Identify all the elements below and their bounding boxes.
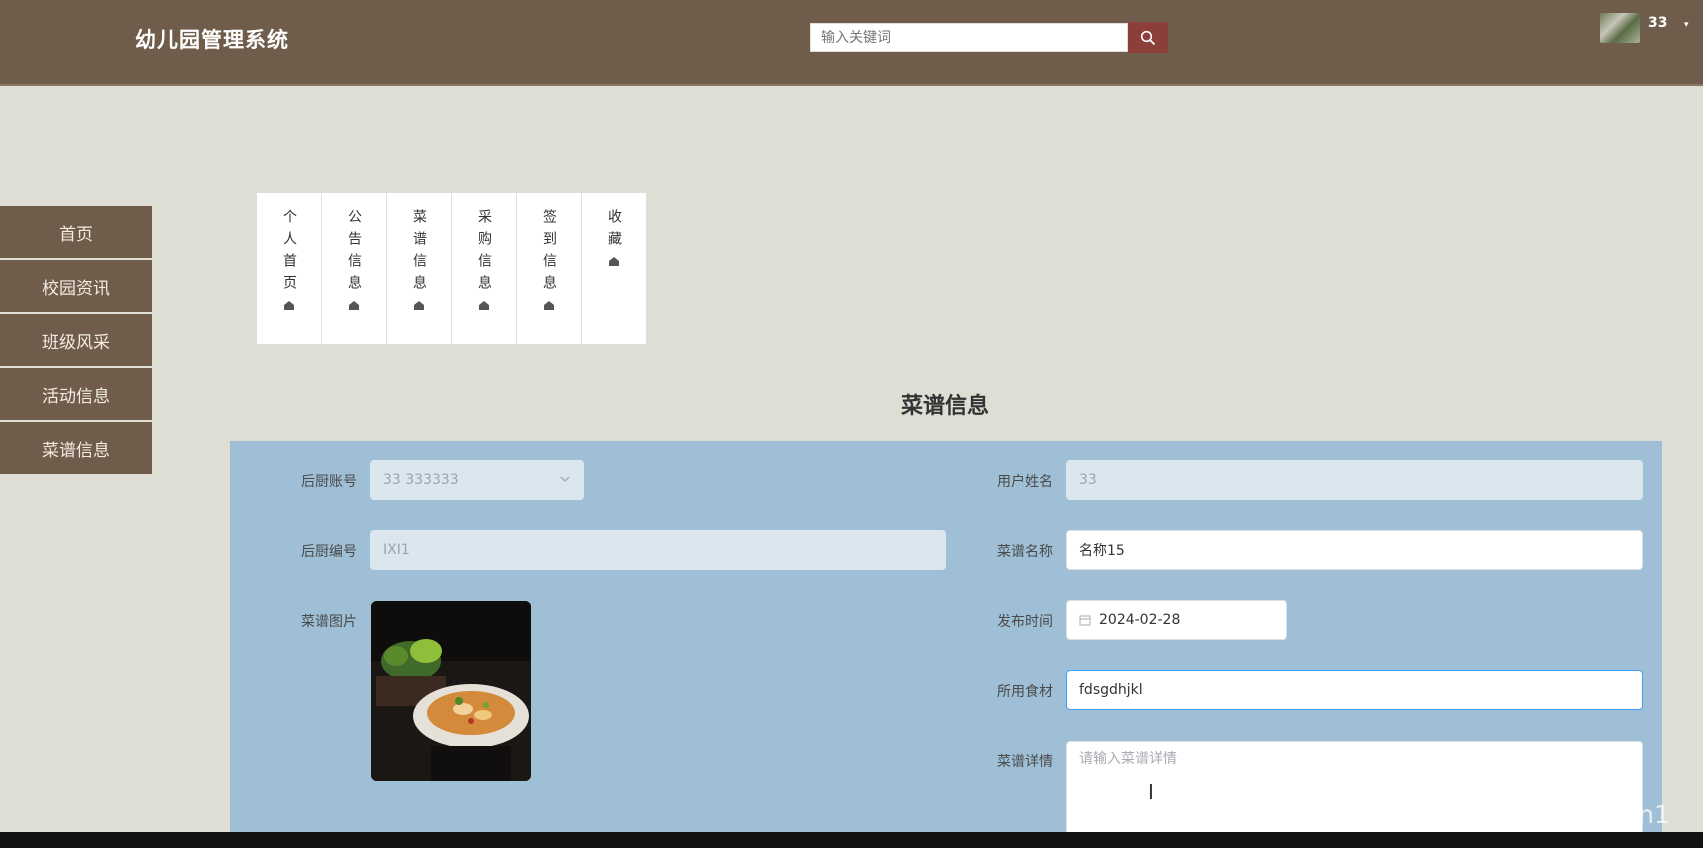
kitchen-account-value: 33 333333 — [383, 472, 459, 488]
tab-purchases[interactable]: 采购信息 — [452, 193, 517, 344]
search-input[interactable] — [810, 23, 1128, 52]
recipe-detail-label: 菜谱详情 — [997, 754, 1053, 770]
tab-personal-home[interactable]: 个人首页 — [257, 193, 322, 344]
user-name-field[interactable]: 33 — [1066, 460, 1643, 500]
search-button[interactable] — [1128, 22, 1168, 53]
calendar-icon — [1079, 615, 1091, 626]
kitchen-number-field[interactable]: IXI1 — [370, 530, 946, 570]
home-icon — [609, 257, 619, 266]
tab-label: 采购信息 — [476, 209, 492, 297]
chevron-down-icon — [560, 476, 570, 483]
tab-label: 菜谱信息 — [411, 209, 427, 297]
kitchen-account-select[interactable]: 33 333333 — [370, 460, 584, 500]
tab-label: 收藏 — [606, 209, 622, 253]
search-icon — [1140, 30, 1156, 45]
tab-label: 个人首页 — [281, 209, 297, 297]
sidebar-item-campus-news[interactable]: 校园资讯 — [0, 260, 152, 314]
watermark: CSDN @yuyuxun1 — [1442, 800, 1670, 829]
sidebar-item-recipes[interactable]: 菜谱信息 — [0, 422, 152, 476]
publish-time-label: 发布时间 — [997, 614, 1053, 630]
publish-time-picker[interactable]: 2024-02-28 — [1066, 600, 1287, 640]
avatar[interactable] — [1600, 13, 1640, 43]
app-title: 幼儿园管理系统 — [135, 28, 289, 52]
chevron-down-icon[interactable]: ▾ — [1684, 20, 1689, 30]
home-icon — [479, 301, 489, 310]
kitchen-number-label: 后厨编号 — [301, 544, 357, 560]
recipe-detail-placeholder: 请输入菜谱详情 — [1079, 751, 1177, 767]
tab-recipes[interactable]: 菜谱信息 — [387, 193, 452, 344]
kitchen-account-label: 后厨账号 — [301, 474, 357, 490]
recipe-form: 后厨账号 33 333333 用户姓名 33 后厨编号 IXI1 菜谱名称 名称… — [230, 441, 1662, 848]
tab-label: 签到信息 — [541, 209, 557, 297]
user-center-tabs: 个人首页 公告信息 菜谱信息 采购信息 签到信息 收藏 — [257, 193, 647, 344]
home-icon — [284, 301, 294, 310]
recipe-image-label: 菜谱图片 — [301, 614, 357, 630]
tab-label: 公告信息 — [346, 209, 362, 297]
ingredients-label: 所用食材 — [997, 684, 1053, 700]
sidebar: 首页 校园资讯 班级风采 活动信息 菜谱信息 — [0, 206, 152, 476]
sidebar-item-class-style[interactable]: 班级风采 — [0, 314, 152, 368]
home-icon — [414, 301, 424, 310]
tab-announcements[interactable]: 公告信息 — [322, 193, 387, 344]
publish-time-value: 2024-02-28 — [1099, 612, 1181, 628]
user-name-label: 用户姓名 — [997, 474, 1053, 490]
food-photo — [371, 601, 531, 781]
bottom-bar — [0, 832, 1703, 848]
username[interactable]: 33 — [1648, 15, 1667, 31]
home-icon — [544, 301, 554, 310]
text-cursor-icon: I — [1148, 780, 1154, 804]
ingredients-field[interactable]: fdsgdhjkl — [1066, 670, 1643, 710]
home-icon — [349, 301, 359, 310]
recipe-name-field[interactable]: 名称15 — [1066, 530, 1643, 570]
recipe-name-label: 菜谱名称 — [997, 544, 1053, 560]
tab-checkins[interactable]: 签到信息 — [517, 193, 582, 344]
tab-favorites[interactable]: 收藏 — [582, 193, 647, 344]
recipe-image[interactable] — [371, 601, 531, 781]
sidebar-item-home[interactable]: 首页 — [0, 206, 152, 260]
top-header: 幼儿园管理系统 33 ▾ — [0, 0, 1703, 86]
page-title: 菜谱信息 — [900, 394, 989, 419]
